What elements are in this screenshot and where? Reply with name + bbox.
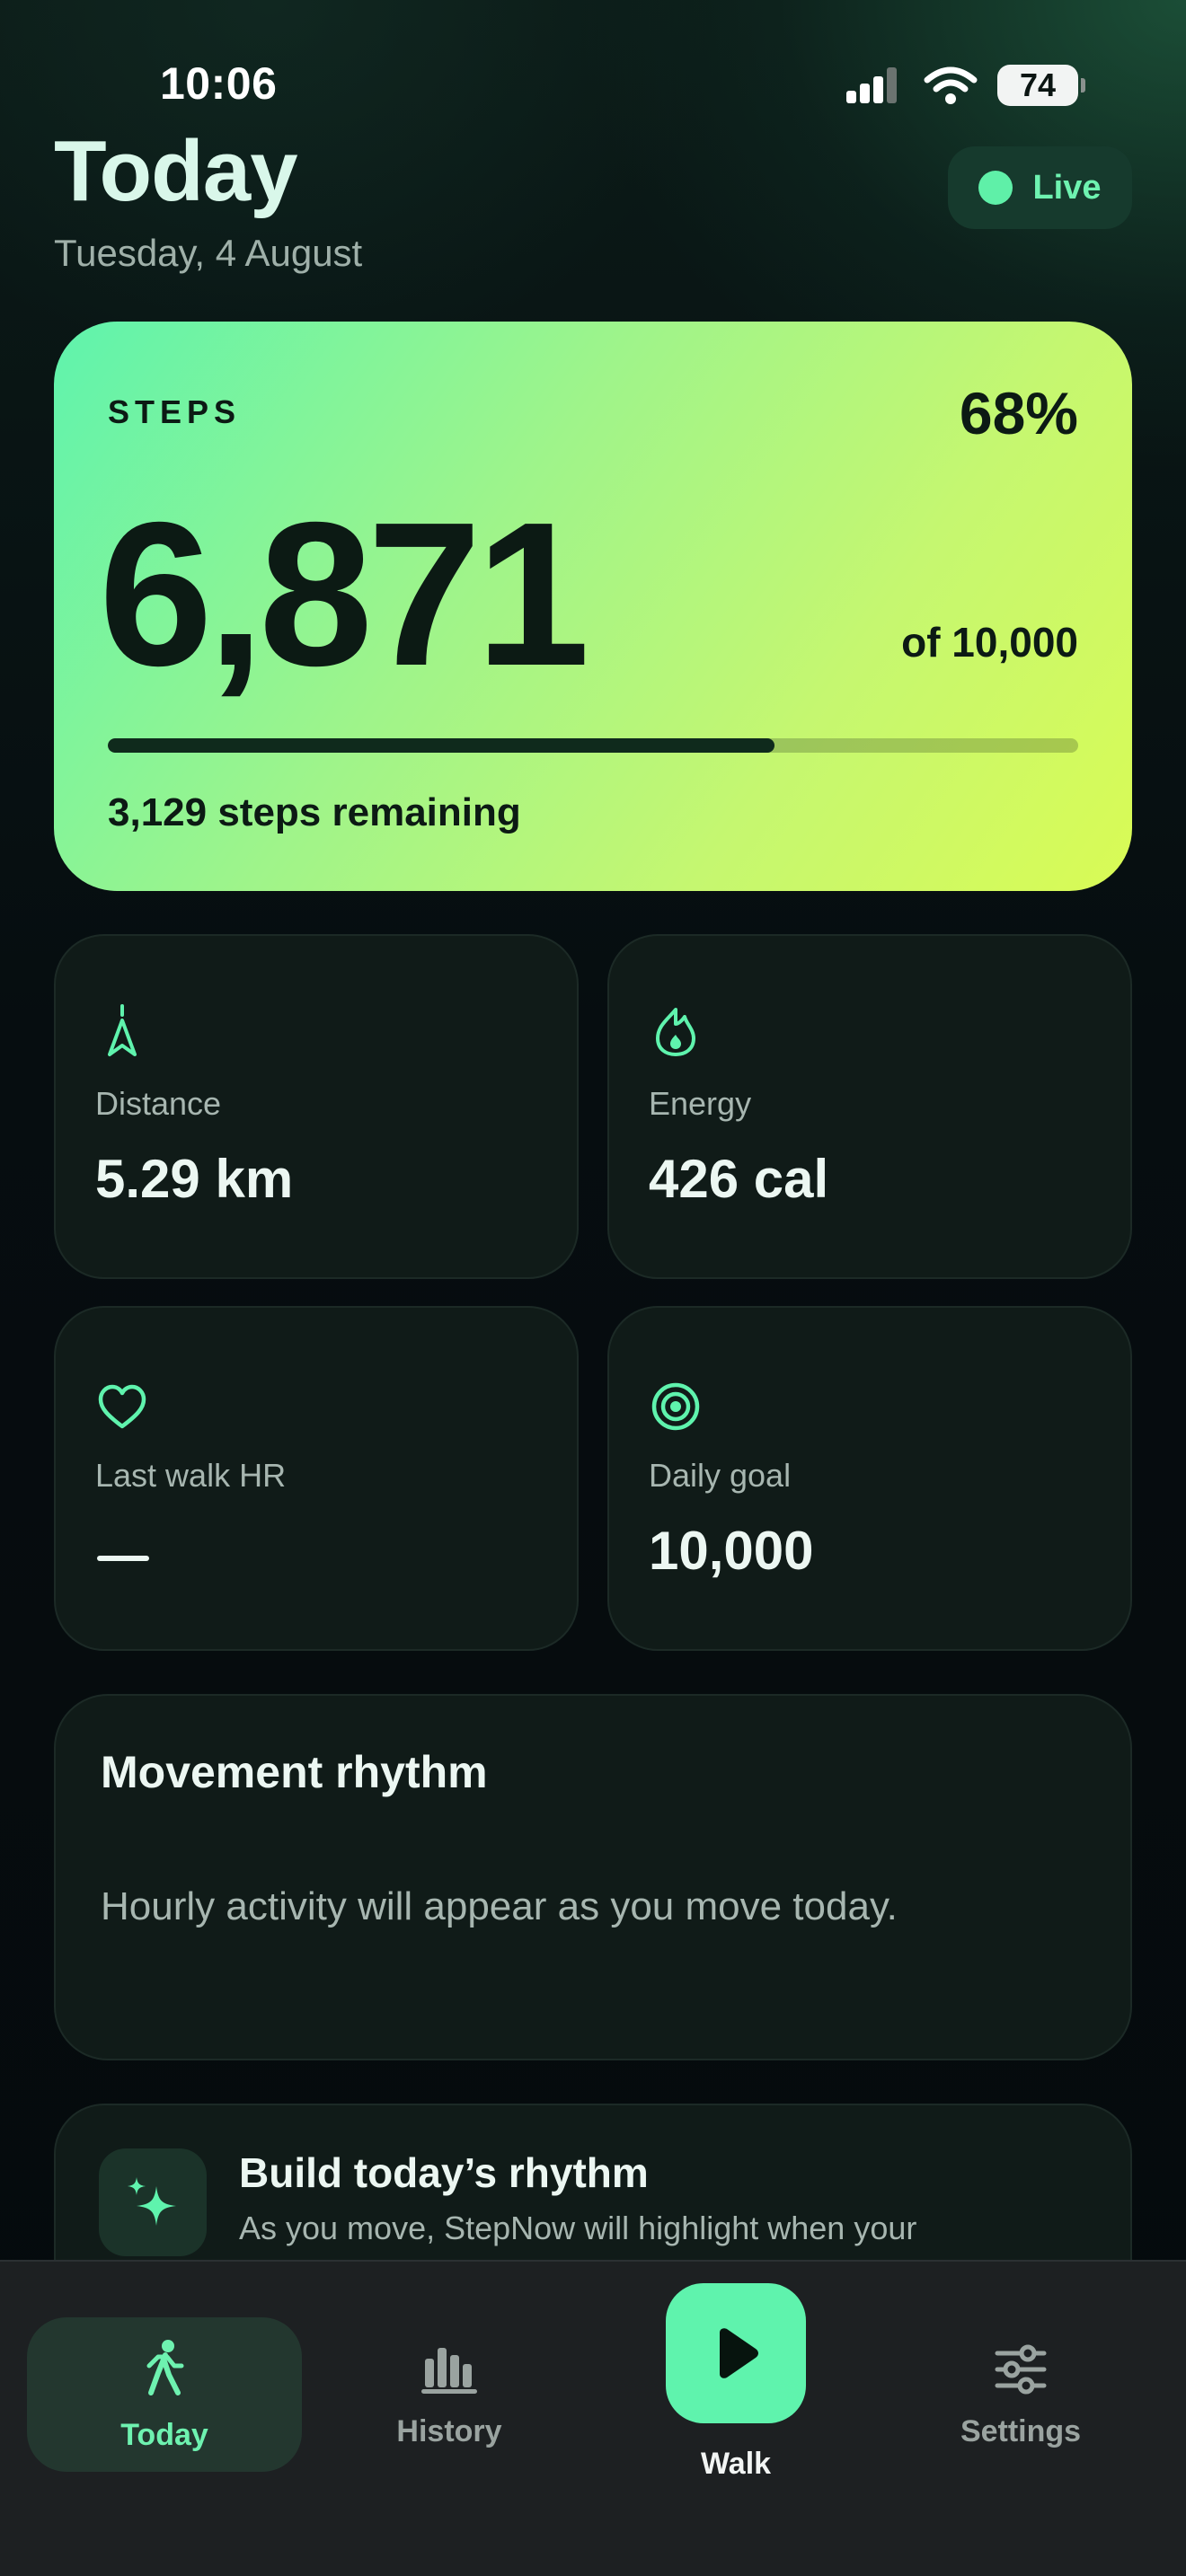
distance-tile[interactable]: Distance 5.29 km <box>54 934 579 1279</box>
sparkles-icon <box>128 2177 176 2226</box>
distance-label: Distance <box>95 1085 222 1122</box>
bar-chart-icon <box>421 2348 477 2394</box>
tab-today-label: Today <box>120 2418 208 2452</box>
tab-history-label: History <box>396 2414 502 2448</box>
navigation-arrow-icon <box>108 1004 137 1056</box>
steps-card[interactable]: STEPS 68% 6,871 of 10,000 3,129 steps re… <box>54 322 1132 891</box>
build-rhythm-subtitle: As you move, StepNow will highlight when… <box>239 2210 917 2246</box>
page-title: Today <box>54 123 298 219</box>
tab-walk[interactable]: Walk <box>628 2447 844 2482</box>
heart-icon <box>98 1384 146 1429</box>
heart-rate-label: Last walk HR <box>95 1457 287 1494</box>
energy-tile[interactable]: Energy 426 cal <box>607 934 1132 1279</box>
distance-value: 5.29 km <box>95 1149 294 1209</box>
energy-label: Energy <box>649 1085 752 1122</box>
tab-settings-label: Settings <box>960 2414 1082 2448</box>
steps-progress-fill <box>108 738 774 753</box>
live-status-pill[interactable]: Live <box>948 146 1132 229</box>
battery-indicator: 74 <box>997 65 1085 106</box>
daily-goal-tile[interactable]: Daily goal 10,000 <box>607 1306 1132 1651</box>
tab-bar: Today History Walk Settings <box>0 2260 1186 2576</box>
live-dot-icon <box>978 171 1013 205</box>
movement-rhythm-card[interactable]: Movement rhythm Hourly activity will app… <box>54 1694 1132 2060</box>
sliders-icon <box>995 2344 1047 2395</box>
play-icon <box>720 2328 758 2378</box>
daily-goal-value: 10,000 <box>649 1521 814 1581</box>
steps-goal: of 10,000 <box>901 619 1078 666</box>
live-label: Live <box>1032 168 1102 207</box>
steps-percent: 68% <box>959 380 1078 446</box>
status-icons: 74 <box>845 65 1085 106</box>
flame-icon <box>656 1008 695 1056</box>
heart-rate-value <box>97 1556 149 1561</box>
build-rhythm-title: Build today’s rhythm <box>239 2149 649 2196</box>
signal-icon <box>846 67 897 103</box>
walk-button[interactable] <box>666 2283 806 2423</box>
steps-remaining: 3,129 steps remaining <box>108 790 521 834</box>
tab-history[interactable]: History <box>341 2344 557 2449</box>
status-time: 10:06 <box>160 58 278 109</box>
tab-settings[interactable]: Settings <box>913 2344 1128 2449</box>
target-icon <box>651 1382 700 1431</box>
steps-progress-bar <box>108 738 1078 753</box>
movement-rhythm-subtitle: Hourly activity will appear as you move … <box>101 1884 898 1928</box>
walking-icon <box>146 2340 184 2395</box>
tab-today[interactable]: Today <box>27 2339 302 2453</box>
page-date: Tuesday, 4 August <box>54 232 363 274</box>
steps-label: STEPS <box>108 393 242 430</box>
heart-rate-tile[interactable]: Last walk HR <box>54 1306 579 1651</box>
steps-count: 6,871 <box>99 481 590 709</box>
wifi-icon <box>924 66 978 104</box>
tab-walk-label: Walk <box>700 2447 772 2481</box>
movement-rhythm-title: Movement rhythm <box>101 1747 488 1797</box>
energy-value: 426 cal <box>649 1149 829 1209</box>
build-icon-badge <box>99 2148 207 2256</box>
daily-goal-label: Daily goal <box>649 1457 792 1494</box>
